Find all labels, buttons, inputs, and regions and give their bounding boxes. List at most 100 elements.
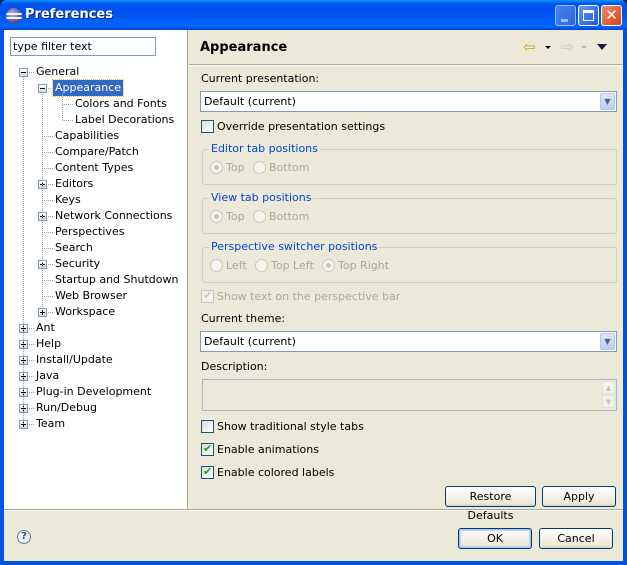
- view-tab-positions-group: View tab positions Top Bottom: [202, 191, 617, 234]
- tree-item-label[interactable]: Content Types: [53, 160, 135, 176]
- footer-separator: [4, 509, 623, 511]
- tree-item[interactable]: Help: [4, 336, 188, 352]
- scroll-down-icon: ▼: [602, 395, 615, 408]
- tree-item[interactable]: Content Types: [4, 160, 188, 176]
- radio-label: Top: [226, 210, 245, 223]
- enable-animations-label: Enable animations: [217, 443, 319, 456]
- expand-icon[interactable]: [38, 308, 47, 317]
- radio-label: Top Right: [338, 259, 390, 272]
- tree-item-label[interactable]: Workspace: [53, 304, 117, 320]
- current-theme-combo[interactable]: Default (current) ▼: [200, 331, 617, 352]
- radio-label: Top Left: [271, 259, 314, 272]
- tree-item[interactable]: Install/Update: [4, 352, 188, 368]
- help-icon[interactable]: ?: [17, 530, 31, 544]
- tree-item[interactable]: Colors and Fonts: [4, 96, 188, 112]
- radio-label: Top: [226, 161, 245, 174]
- radio-dot: [210, 210, 223, 223]
- tree-item[interactable]: General: [4, 64, 188, 80]
- tree-item[interactable]: Workspace: [4, 304, 188, 320]
- tree-item-label[interactable]: Team: [34, 416, 67, 432]
- tree-item-label[interactable]: Java: [34, 368, 61, 384]
- current-presentation-label: Current presentation:: [201, 72, 320, 85]
- tree-item-label[interactable]: Security: [53, 256, 102, 272]
- view-menu-icon[interactable]: [597, 44, 607, 50]
- tree-item[interactable]: Keys: [4, 192, 188, 208]
- tree-item-label[interactable]: General: [34, 64, 81, 80]
- description-text-area: ▲ ▼: [202, 379, 617, 411]
- tree-item[interactable]: Ant: [4, 320, 188, 336]
- page-title: Appearance: [200, 40, 288, 55]
- back-history-dropdown-icon[interactable]: [545, 46, 551, 49]
- chevron-down-icon[interactable]: ▼: [600, 93, 615, 110]
- group-title: Editor tab positions: [209, 142, 320, 155]
- tree-item[interactable]: Capabilities: [4, 128, 188, 144]
- tree-item-label[interactable]: Web Browser: [53, 288, 129, 304]
- tree-item-label[interactable]: Editors: [53, 176, 95, 192]
- tree-connector: [42, 280, 53, 281]
- tree-item[interactable]: Compare/Patch: [4, 144, 188, 160]
- back-arrow-icon[interactable]: ⇦: [523, 39, 536, 55]
- chevron-down-icon[interactable]: ▼: [600, 333, 615, 350]
- radio-label: Bottom: [269, 161, 310, 174]
- checkbox-box[interactable]: [201, 442, 214, 456]
- tree-item[interactable]: Run/Debug: [4, 400, 188, 416]
- tree-item[interactable]: Label Decorations: [4, 112, 188, 128]
- tree-item-label[interactable]: Search: [53, 240, 95, 256]
- tree-item-label[interactable]: Ant: [34, 320, 57, 336]
- current-presentation-combo[interactable]: Default (current) ▼: [200, 91, 617, 112]
- ok-button[interactable]: OK: [458, 528, 532, 549]
- radio-dot: [210, 161, 223, 174]
- radio-label: Left: [226, 259, 247, 272]
- page-nav-toolbar: ⇦ ⇨: [523, 39, 613, 55]
- tree-item[interactable]: Network Connections: [4, 208, 188, 224]
- checkbox-box[interactable]: [201, 120, 214, 133]
- checkbox-box: [201, 289, 214, 303]
- tree-item[interactable]: Search: [4, 240, 188, 256]
- maximize-button[interactable]: [578, 5, 599, 26]
- tree-item[interactable]: Security: [4, 256, 188, 272]
- tree-item[interactable]: Plug-in Development: [4, 384, 188, 400]
- radio-dot: [322, 259, 335, 272]
- title-bar[interactable]: Preferences ✕: [0, 0, 627, 30]
- radio-dot: [210, 259, 223, 272]
- tree-item[interactable]: Java: [4, 368, 188, 384]
- radio-dot: [253, 161, 266, 174]
- cancel-button[interactable]: Cancel: [539, 528, 613, 549]
- minimize-button[interactable]: [555, 5, 576, 26]
- collapse-icon[interactable]: [38, 84, 47, 93]
- collapse-icon[interactable]: [19, 68, 28, 77]
- close-button[interactable]: ✕: [601, 5, 622, 26]
- perspective-switcher-positions-group: Perspective switcher positions Left Top …: [202, 240, 617, 283]
- tree-connector: [42, 200, 53, 201]
- tree-item-label[interactable]: Install/Update: [34, 352, 115, 368]
- tree-item[interactable]: Web Browser: [4, 288, 188, 304]
- tree-item[interactable]: Startup and Shutdown: [4, 272, 188, 288]
- tree-item-label[interactable]: Colors and Fonts: [73, 96, 169, 112]
- tree-item-label[interactable]: Startup and Shutdown: [53, 272, 180, 288]
- checkbox-box[interactable]: [201, 465, 214, 479]
- tree-item-label[interactable]: Network Connections: [53, 208, 174, 224]
- restore-defaults-button[interactable]: Restore Defaults: [445, 486, 536, 522]
- tree-item-label[interactable]: Appearance: [51, 79, 125, 97]
- tree-item[interactable]: Editors: [4, 176, 188, 192]
- checkbox-box[interactable]: [201, 420, 214, 433]
- tree-item-label[interactable]: Capabilities: [53, 128, 121, 144]
- tree-item-label[interactable]: Compare/Patch: [53, 144, 141, 160]
- enable-colored-labels-label: Enable colored labels: [217, 466, 335, 479]
- filter-input[interactable]: type filter text: [10, 37, 156, 56]
- apply-button[interactable]: Apply: [542, 486, 616, 507]
- tree-connector: [62, 104, 73, 105]
- dialog-client: type filter text General Appearance Colors…: [4, 30, 623, 561]
- preference-tree[interactable]: General Appearance Colors and Fonts Label D…: [4, 64, 188, 432]
- tree-item[interactable]: Appearance: [4, 79, 188, 97]
- tree-item-label[interactable]: Perspectives: [53, 224, 126, 240]
- tree-item-label[interactable]: Plug-in Development: [34, 384, 153, 400]
- tree-item[interactable]: Perspectives: [4, 224, 188, 240]
- tree-item-label[interactable]: Label Decorations: [73, 112, 176, 128]
- tree-item-label[interactable]: Help: [34, 336, 63, 352]
- editor-tab-positions-group: Editor tab positions Top Bottom: [202, 142, 617, 185]
- tree-item[interactable]: Team: [4, 416, 188, 432]
- tree-item-label[interactable]: Run/Debug: [34, 400, 99, 416]
- tree-connector: [42, 296, 53, 297]
- tree-item-label[interactable]: Keys: [53, 192, 83, 208]
